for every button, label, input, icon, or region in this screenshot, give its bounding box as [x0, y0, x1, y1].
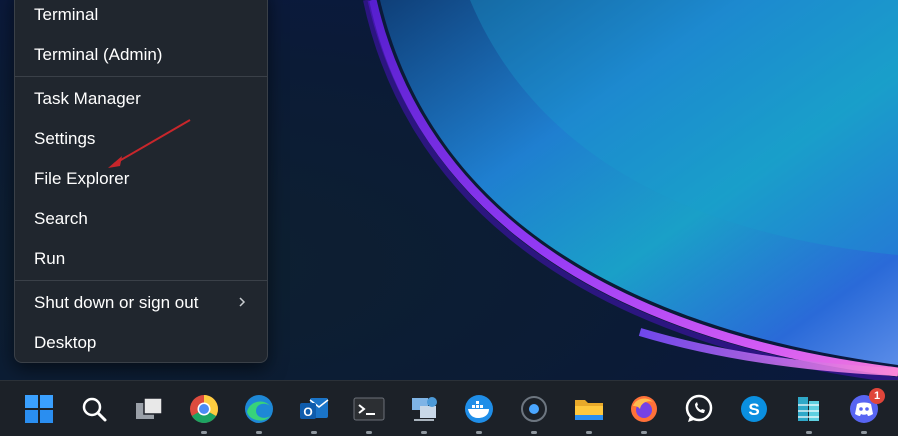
running-indicator: [256, 431, 262, 434]
running-indicator: [531, 431, 537, 434]
edge-icon: [245, 395, 273, 423]
menu-item-label: Terminal (Admin): [34, 45, 163, 64]
skype-icon: S: [741, 396, 767, 422]
menu-item-terminal-admin[interactable]: Terminal (Admin): [19, 37, 263, 73]
menu-item-label: Task Manager: [34, 89, 141, 108]
svg-text:O: O: [303, 405, 312, 419]
firefox-icon: [631, 396, 657, 422]
svg-text:S: S: [748, 400, 759, 419]
taskbar-app-file-explorer[interactable]: [570, 390, 608, 434]
menu-item-terminal[interactable]: Terminal: [19, 0, 263, 33]
chevron-right-icon: [239, 297, 246, 307]
taskbar-app-database-tool[interactable]: [790, 390, 828, 434]
running-indicator: [311, 431, 317, 434]
menu-item-shut-down[interactable]: Shut down or sign out: [19, 285, 263, 321]
windows-logo-icon: [25, 395, 53, 423]
docker-icon: [465, 395, 493, 423]
taskbar-app-chrome[interactable]: [185, 390, 223, 434]
taskbar-app-terminal[interactable]: [350, 390, 388, 434]
running-indicator: [641, 431, 647, 434]
menu-item-label: Settings: [34, 129, 96, 148]
taskbar-app-outlook[interactable]: O: [295, 390, 333, 434]
taskbar-app-whatsapp[interactable]: [680, 390, 718, 428]
file-explorer-icon: [575, 400, 603, 420]
annotation-arrow-icon: [108, 119, 191, 168]
taskbar: O S 1: [0, 380, 898, 436]
outlook-icon: O: [300, 398, 329, 419]
taskbar-app-cortana[interactable]: [515, 390, 553, 434]
running-indicator: [476, 431, 482, 434]
running-indicator: [201, 431, 207, 434]
whatsapp-icon: [685, 394, 713, 422]
cortana-icon: [521, 396, 547, 422]
running-indicator: [806, 431, 812, 434]
running-indicator: [421, 431, 427, 434]
taskbar-app-network-tool[interactable]: [405, 390, 443, 434]
chrome-icon: [190, 395, 218, 423]
menu-item-label: Search: [34, 209, 88, 228]
winx-context-menu: Terminal Terminal (Admin) Task Manager S…: [14, 0, 268, 363]
menu-item-label: Desktop: [34, 333, 97, 352]
menu-item-search[interactable]: Search: [19, 201, 263, 237]
taskbar-app-edge[interactable]: [240, 390, 278, 434]
menu-item-label: Terminal: [34, 5, 99, 24]
menu-item-desktop[interactable]: Desktop: [19, 325, 263, 361]
menu-separator: [15, 76, 267, 77]
running-indicator: [586, 431, 592, 434]
search-icon: [82, 397, 107, 422]
taskbar-task-view-button[interactable]: [130, 390, 168, 428]
taskbar-start-button[interactable]: [20, 390, 58, 428]
task-view-icon: [136, 397, 163, 419]
database-icon: [798, 397, 819, 421]
network-tool-icon: [412, 397, 437, 421]
running-indicator: [366, 431, 372, 434]
taskbar-search-button[interactable]: [75, 390, 113, 428]
notification-badge: 1: [869, 388, 885, 404]
taskbar-app-discord[interactable]: 1: [845, 388, 885, 434]
menu-item-run[interactable]: Run: [19, 241, 263, 277]
menu-item-label: Run: [34, 249, 66, 268]
running-indicator: [861, 431, 867, 434]
menu-item-label: Shut down or sign out: [34, 293, 199, 312]
terminal-icon: [353, 397, 385, 421]
menu-separator: [15, 280, 267, 281]
taskbar-app-docker[interactable]: [460, 390, 498, 434]
taskbar-app-firefox[interactable]: [625, 390, 663, 434]
taskbar-app-skype[interactable]: S: [735, 390, 773, 428]
